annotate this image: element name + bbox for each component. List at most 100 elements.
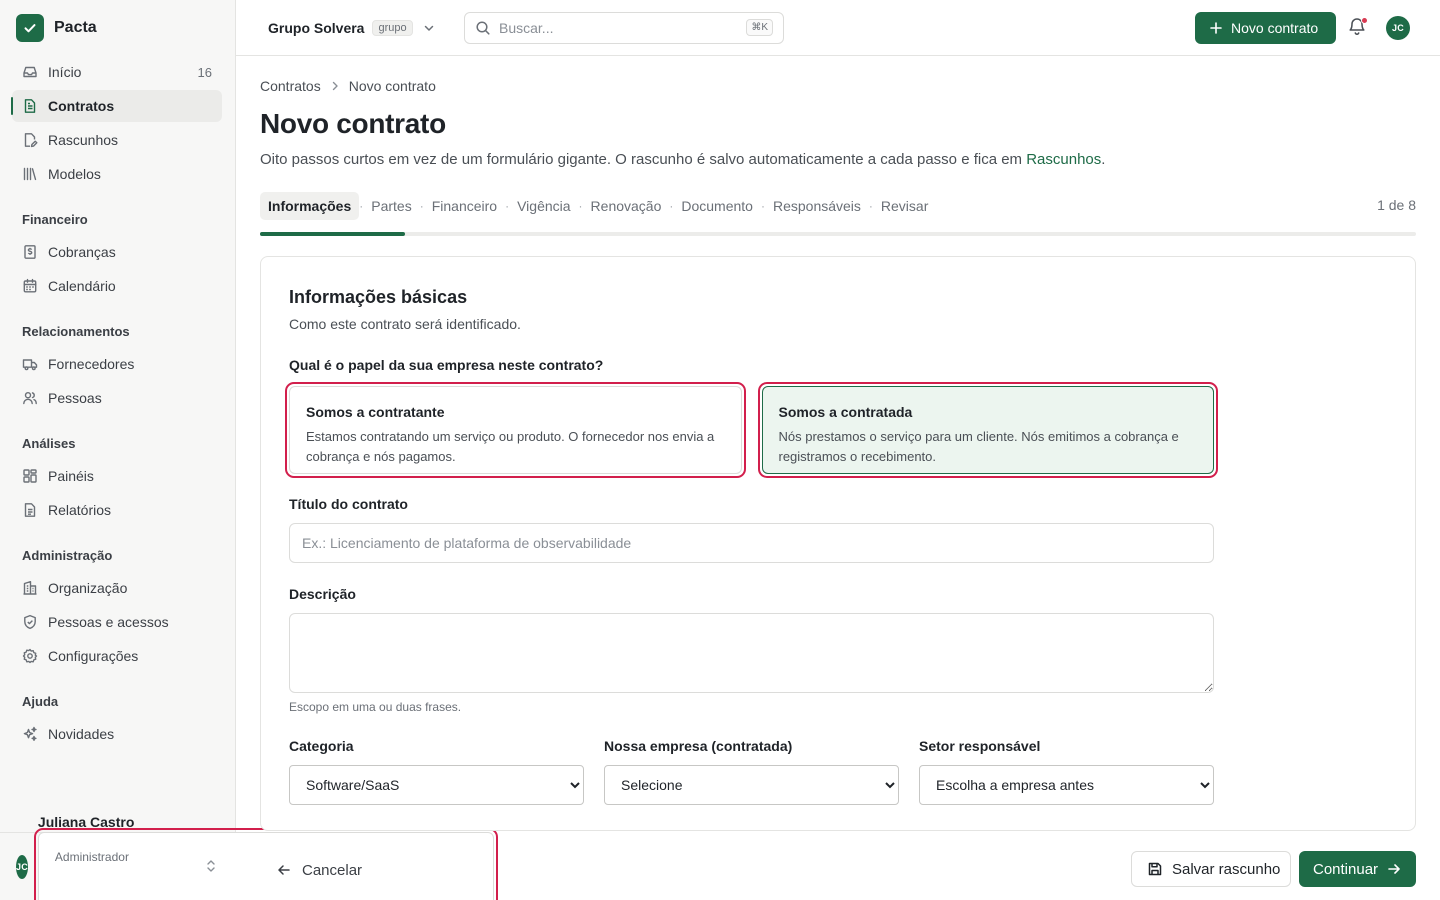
step-tab[interactable]: Documento: [673, 192, 761, 220]
dashboard-icon: [22, 468, 38, 484]
nav-section-title: Relacionamentos: [22, 324, 130, 339]
page-description-end: .: [1101, 151, 1106, 168]
save-draft-button[interactable]: Salvar rascunho: [1131, 851, 1291, 887]
sector-label: Setor responsável: [919, 738, 1041, 754]
org-badge: grupo: [372, 20, 413, 36]
search-icon: [475, 20, 491, 36]
users-icon: [22, 390, 38, 406]
file-text-icon: [22, 98, 38, 114]
sidebar-item-label: Painéis: [48, 468, 94, 484]
brand[interactable]: Pacta: [16, 13, 97, 42]
new-contract-label: Novo contrato: [1231, 20, 1319, 36]
title-field-group: Título do contrato: [289, 496, 1214, 563]
brand-logo-icon: [16, 13, 44, 42]
sidebar-item-pessoas-acessos[interactable]: Pessoas e acessos: [12, 606, 222, 638]
search-input[interactable]: [499, 20, 729, 36]
search-box[interactable]: ⌘K: [464, 12, 784, 44]
role-title: Somos a contratada: [778, 404, 913, 420]
chevron-right-icon: [329, 80, 341, 92]
gear-icon: [22, 648, 38, 664]
description-hint: Escopo em uma ou duas frases.: [289, 700, 462, 714]
avatar[interactable]: JC: [1386, 16, 1410, 40]
sidebar-item-pessoas[interactable]: Pessoas: [12, 382, 222, 414]
nav-section-title: Administração: [22, 548, 113, 563]
nav-section-title: Análises: [22, 436, 76, 451]
sidebar-item-count: 16: [197, 64, 212, 80]
description-label: Descrição: [289, 586, 356, 602]
sidebar-item-inicio[interactable]: Início 16: [12, 56, 222, 88]
user-role: Administrador: [33, 827, 498, 900]
role-option-contratante[interactable]: Somos a contratante Estamos contratando …: [285, 382, 745, 478]
sidebar-item-calendario[interactable]: Calendário: [12, 270, 222, 302]
step-tab[interactable]: Vigência: [509, 192, 578, 220]
sidebar: Pacta Início 16 Contratos Rascunhos Mode…: [0, 0, 498, 900]
arrow-left-icon: [276, 862, 292, 878]
step-tab[interactable]: Financeiro: [424, 192, 505, 220]
breadcrumb-link[interactable]: Contratos: [260, 78, 321, 94]
section-subtitle: Como este contrato será identificado.: [289, 316, 521, 332]
continue-button[interactable]: Continuar: [1299, 851, 1416, 887]
title-input[interactable]: [289, 523, 1214, 563]
chevron-down-icon: [421, 20, 437, 36]
user-menu[interactable]: JC Juliana Castro Administrador: [0, 814, 498, 900]
step-tab[interactable]: Informações: [260, 192, 360, 220]
chevrons-up-down-icon: [205, 858, 217, 874]
title-label: Título do contrato: [289, 496, 408, 512]
stepper: Informações · Partes · Financeiro · Vigência · R…: [260, 192, 1416, 236]
step-tab[interactable]: Renovação: [583, 192, 670, 220]
calendar-icon: [22, 278, 38, 294]
sidebar-item-organizacao[interactable]: Organização: [12, 572, 222, 604]
save-draft-label: Salvar rascunho: [1172, 860, 1281, 878]
step-counter: 1 de 8: [1377, 197, 1416, 213]
role-title: Somos a contratante: [306, 404, 445, 420]
sidebar-item-cobrancas[interactable]: Cobranças: [12, 236, 222, 268]
step-tab[interactable]: Responsáveis: [765, 192, 869, 220]
sidebar-item-fornecedores[interactable]: Fornecedores: [12, 348, 222, 380]
category-field-group: Categoria Software/SaaS: [289, 738, 584, 805]
sidebar-item-rascunhos[interactable]: Rascunhos: [12, 124, 222, 156]
sidebar-item-paineis[interactable]: Painéis: [12, 460, 222, 492]
sidebar-item-label: Novidades: [48, 726, 115, 742]
sidebar-item-contratos[interactable]: Contratos: [11, 90, 222, 122]
form-card: Informações básicas Como este contrato s…: [260, 256, 1416, 831]
nav-section-title: Financeiro: [22, 212, 88, 227]
drafts-link[interactable]: Rascunhos: [1026, 151, 1101, 168]
company-select[interactable]: Selecione: [604, 765, 899, 805]
org-name: Grupo Solvera: [268, 20, 365, 36]
progress-bar: [260, 232, 1416, 236]
sidebar-item-label: Calendário: [48, 278, 116, 294]
company-field-group: Nossa empresa (contratada) Selecione: [604, 738, 899, 805]
file-edit-icon: [22, 132, 38, 148]
breadcrumb: Contratos Novo contrato: [260, 77, 436, 95]
company-label: Nossa empresa (contratada): [604, 738, 793, 754]
category-label: Categoria: [289, 738, 354, 754]
sidebar-item-configuracoes[interactable]: Configurações: [12, 640, 222, 672]
category-select[interactable]: Software/SaaS: [289, 765, 584, 805]
new-contract-button[interactable]: Novo contrato: [1195, 12, 1336, 44]
sidebar-item-relatorios[interactable]: Relatórios: [12, 494, 222, 526]
notification-dot: [1361, 17, 1368, 24]
sidebar-item-modelos[interactable]: Modelos: [12, 158, 222, 190]
role-option-contratada[interactable]: Somos a contratada Nós prestamos o servi…: [757, 382, 1218, 478]
report-icon: [22, 502, 38, 518]
shield-icon: [22, 614, 38, 630]
sidebar-item-label: Rascunhos: [48, 132, 119, 148]
sidebar-item-novidades[interactable]: Novidades: [12, 718, 222, 750]
sidebar-item-label: Relatórios: [48, 502, 112, 518]
cancel-button[interactable]: Cancelar: [272, 855, 362, 885]
notifications-button[interactable]: [1348, 16, 1368, 40]
sidebar-item-label: Modelos: [48, 166, 101, 182]
continue-label: Continuar: [1313, 860, 1379, 878]
org-switcher[interactable]: Grupo Solvera grupo: [268, 16, 437, 40]
step-separator: ·: [578, 199, 583, 213]
section-title: Informações básicas: [289, 287, 468, 307]
step-tab[interactable]: Revisar: [873, 192, 936, 220]
sidebar-item-label: Início: [48, 64, 82, 80]
step-tab[interactable]: Partes: [363, 192, 419, 220]
description-textarea[interactable]: [289, 613, 1214, 693]
plus-icon: [1209, 21, 1223, 35]
receipt-icon: [22, 244, 38, 260]
sector-select[interactable]: Escolha a empresa antes: [919, 765, 1214, 805]
role-question: Qual é o papel da sua empresa neste cont…: [289, 357, 604, 373]
cancel-label: Cancelar: [302, 861, 363, 879]
